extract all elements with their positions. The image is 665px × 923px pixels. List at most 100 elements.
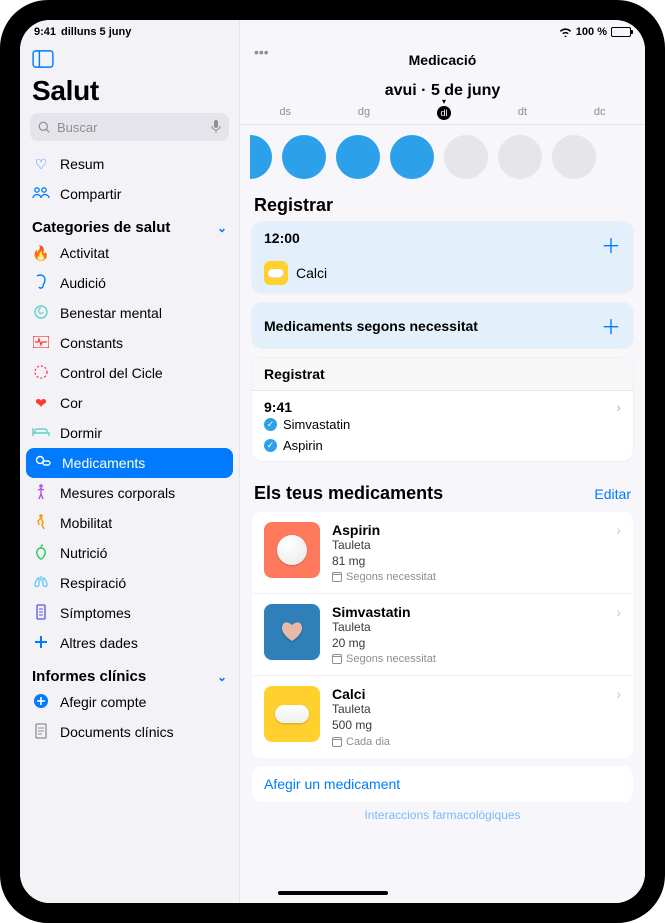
day-circle[interactable] <box>444 135 488 179</box>
sidebar-item-constants[interactable]: Constants <box>20 328 239 358</box>
sidebar-item-label: Control del Cicle <box>60 365 163 381</box>
medication-dose: 500 mg <box>332 718 604 734</box>
day-circle[interactable] <box>336 135 380 179</box>
sidebar: Salut Buscar ♡ Resum Compartir <box>20 20 240 903</box>
cycle-icon <box>32 364 50 383</box>
medication-name: Aspirin <box>332 522 604 538</box>
search-input[interactable]: Buscar <box>30 113 229 141</box>
sidebar-item-mesures-corporals[interactable]: Mesures corporals <box>20 478 239 508</box>
sidebar-item-label: Compartir <box>60 186 121 202</box>
sidebar-item-label: Audició <box>60 275 106 291</box>
sidebar-item-nutrició[interactable]: Nutrició <box>20 538 239 568</box>
day-circle[interactable] <box>498 135 542 179</box>
sidebar-item-label: Resum <box>60 156 104 172</box>
lungs-icon <box>32 575 50 592</box>
sidebar-item-activitat[interactable]: 🔥 Activitat <box>20 238 239 268</box>
sidebar-item-audició[interactable]: Audició <box>20 268 239 298</box>
sidebar-item-label: Mesures corporals <box>60 485 175 501</box>
day-circle[interactable] <box>250 135 272 179</box>
nutrition-icon <box>32 544 50 563</box>
schedule-card[interactable]: 12:00 ＋ Calci <box>252 222 633 293</box>
sidebar-item-summary[interactable]: ♡ Resum <box>20 149 239 179</box>
medication-form: Tauleta <box>332 702 604 718</box>
sidebar-item-label: Símptomes <box>60 605 131 621</box>
ear-icon <box>32 274 50 293</box>
calendar-icon <box>332 654 342 664</box>
symptoms-icon <box>32 604 50 623</box>
schedule-med-name: Calci <box>296 265 327 281</box>
battery-icon <box>611 27 631 37</box>
sidebar-item-respiració[interactable]: Respiració <box>20 568 239 598</box>
medication-thumb <box>264 522 320 578</box>
sidebar-item-afegir-compte[interactable]: Afegir compte <box>20 687 239 717</box>
sidebar-item-mobilitat[interactable]: Mobilitat <box>20 508 239 538</box>
day-circle[interactable] <box>282 135 326 179</box>
mic-icon[interactable] <box>211 120 221 134</box>
sidebar-item-dormir[interactable]: Dormir <box>20 418 239 448</box>
sidebar-item-cor[interactable]: ❤︎Cor <box>20 388 239 418</box>
battery-percent: 100 % <box>576 26 607 38</box>
plus-icon[interactable]: ＋ <box>601 311 621 340</box>
sidebar-item-benestar-mental[interactable]: Benestar mental <box>20 298 239 328</box>
medication-form: Tauleta <box>332 620 604 636</box>
medication-item[interactable]: Simvastatin Tauleta 20 mg Segons necessi… <box>252 593 633 675</box>
add-medication-button[interactable]: Afegir un medicament <box>252 766 633 802</box>
day-label[interactable]: ds <box>279 106 291 120</box>
clinical-header[interactable]: Informes clínics ⌄ <box>20 658 239 687</box>
logged-card[interactable]: Registrat 9:41 › ✓Simvastatin✓Aspirin <box>252 358 633 461</box>
document-icon <box>32 723 50 742</box>
sidebar-item-medicaments[interactable]: Medicaments <box>26 448 233 478</box>
medication-schedule: Segons necessitat <box>332 653 604 665</box>
sidebar-item-label: Mobilitat <box>60 515 112 531</box>
interactions-link[interactable]: Interaccions farmacològiques <box>240 806 645 822</box>
body-icon <box>32 484 50 503</box>
day-label[interactable]: dg <box>358 106 370 120</box>
medication-thumb <box>264 604 320 660</box>
chevron-down-icon: ⌄ <box>217 670 227 684</box>
plus-data-icon <box>32 635 50 652</box>
medication-dose: 20 mg <box>332 636 604 652</box>
sidebar-item-label: Activitat <box>60 245 109 261</box>
sidebar-item-share[interactable]: Compartir <box>20 179 239 209</box>
sidebar-item-label: Afegir compte <box>60 694 146 710</box>
prn-label: Medicaments segons necessitat <box>264 318 478 334</box>
day-circle[interactable] <box>390 135 434 179</box>
sidebar-item-label: Documents clínics <box>60 724 174 740</box>
medication-item[interactable]: Aspirin Tauleta 81 mg Segons necessitat … <box>252 512 633 593</box>
edit-button[interactable]: Editar <box>594 486 631 502</box>
day-label[interactable]: dc <box>594 106 606 120</box>
plus-icon[interactable]: ＋ <box>601 230 621 259</box>
flame-icon: 🔥 <box>32 245 50 262</box>
chevron-right-icon: › <box>616 604 621 665</box>
medication-thumb <box>264 686 320 742</box>
day-label[interactable]: dt <box>518 106 527 120</box>
page-title: Medicació <box>240 52 645 68</box>
mobility-icon <box>32 514 50 533</box>
day-selector: ds dg dl dt dc <box>240 102 645 122</box>
sidebar-item-label: Cor <box>60 395 83 411</box>
medication-name: Simvastatin <box>332 604 604 620</box>
sidebar-item-label: Respiració <box>60 575 126 591</box>
prn-card[interactable]: Medicaments segons necessitat ＋ <box>252 303 633 348</box>
sidebar-item-altres-dades[interactable]: Altres dades <box>20 628 239 658</box>
brain-icon <box>32 304 50 323</box>
sidebar-item-label: Altres dades <box>60 635 138 651</box>
chevron-right-icon: › <box>616 686 621 747</box>
pill-icon <box>264 261 288 285</box>
sidebar-item-símptomes[interactable]: Símptomes <box>20 598 239 628</box>
sidebar-item-control-del-cicle[interactable]: Control del Cicle <box>20 358 239 388</box>
calendar-icon <box>332 572 342 582</box>
chevron-down-icon: ⌄ <box>217 221 227 235</box>
bed-icon <box>32 425 50 441</box>
categories-header[interactable]: Categories de salut ⌄ <box>20 209 239 238</box>
day-progress-row[interactable] <box>240 129 645 189</box>
sidebar-item-documents-clínics[interactable]: Documents clínics <box>20 717 239 747</box>
section-header-label: Informes clínics <box>32 668 146 685</box>
home-indicator[interactable] <box>278 891 388 895</box>
medication-item[interactable]: Calci Tauleta 500 mg Cada dia › <box>252 675 633 757</box>
medication-schedule: Cada dia <box>332 736 604 748</box>
sidebar-toggle-icon[interactable] <box>32 50 239 73</box>
day-circle[interactable] <box>552 135 596 179</box>
day-label[interactable]: dl <box>437 106 451 120</box>
add-account-icon <box>32 693 50 712</box>
